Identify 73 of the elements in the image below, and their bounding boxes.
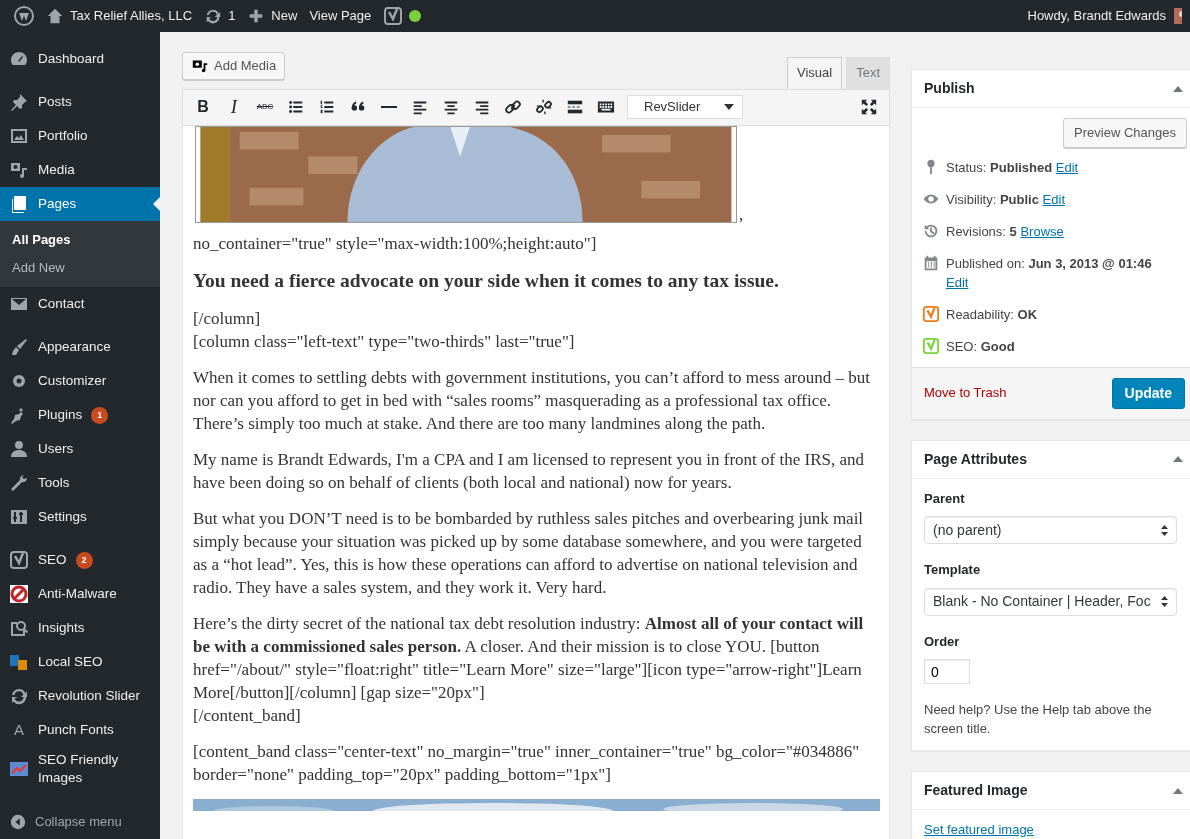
- sidebar-item[interactable]: Local SEO: [0, 645, 160, 679]
- set-featured-image-link[interactable]: Set featured image: [924, 822, 1034, 837]
- editor-tab[interactable]: Visual: [786, 57, 843, 89]
- browse-link[interactable]: Browse: [1020, 223, 1064, 239]
- count-badge: 1: [91, 406, 109, 424]
- sidebar-item[interactable]: Plugins 1: [0, 398, 160, 432]
- status-text: Published on: Jun 3, 2013 @ 01:46 Edit: [946, 254, 1153, 292]
- sidebar-item[interactable]: Appearance: [0, 330, 160, 364]
- paragraph: But what you DON’T need is to be bombarded by ruthless sales pitches and overbearing junk mail simply because your situation was picked up by some database somewhere, and you were targeted as a “hot lead”. Yes, this is how these operations can afford to advertise on national television and radio. They have a sales system, and they work it. Very hard.: [193, 507, 865, 599]
- paragraph: My name is Brandt Edwards, I'm a CPA and I am licensed to represent you in front of the IRS, and have been doing so on behalf of clients (both local and national) now for years.: [193, 448, 866, 494]
- edit-link[interactable]: Edit: [1042, 191, 1065, 207]
- panel-title: Featured Image: [924, 781, 1028, 800]
- shortcode-dropdown[interactable]: RevSlider: [627, 95, 743, 119]
- sidebar-item[interactable]: Customizer: [0, 364, 160, 398]
- submenu-item[interactable]: Add New: [0, 253, 160, 281]
- status-text: Visibility: Public Edit: [946, 190, 1065, 209]
- parent-select[interactable]: (no parent): [924, 516, 1177, 544]
- edit-link[interactable]: Edit: [1055, 159, 1079, 175]
- status-text: Revisions: 5 Browse: [946, 222, 1064, 241]
- sidebar-item[interactable]: Insights: [0, 611, 160, 645]
- order-field[interactable]: 0: [924, 659, 970, 684]
- new-link[interactable]: New: [241, 0, 304, 32]
- count-badge: 2: [75, 551, 93, 569]
- letter-icon: A: [9, 718, 29, 742]
- collapse-menu-button[interactable]: Collapse menu: [0, 809, 160, 835]
- italic-button[interactable]: I: [220, 93, 248, 121]
- move-to-trash-link[interactable]: Move to Trash: [924, 383, 1007, 403]
- strikethrough-button[interactable]: ABC: [251, 93, 279, 121]
- sidebar-item[interactable]: Anti-Malware: [0, 577, 160, 611]
- paragraph: When it comes to settling debts with government institutions, you can’t afford to mess around – but nor can you afford to get in bed with “sales rooms” masquerading as a professional tax office. There’s simply too much at stake. And there are too many landmines along the path.: [193, 366, 871, 435]
- sidebar-item[interactable]: Tools: [0, 466, 160, 500]
- sidebar-item[interactable]: Media: [0, 153, 160, 187]
- sidebar-item[interactable]: A Punch Fonts: [0, 713, 160, 747]
- field-label: Template: [924, 561, 982, 579]
- sidebar-item[interactable]: Settings: [0, 500, 160, 534]
- sidebar-item[interactable]: Posts: [0, 85, 160, 119]
- field-label: Order: [924, 632, 961, 651]
- shortcode-text: Here’s the dirty secret of the national tax debt resolution industry: Almost all of your contact will be with a commissioned sales person. A closer. And their mission is to close YOU. [button href="/about/" style="float:right" title="Learn More" size="large"][icon type="arrow-right"]Learn More[/button][/column] [gap size="20px"] [/content_band]: [193, 612, 865, 727]
- sidebar-item[interactable]: Dashboard: [0, 42, 160, 76]
- add-media-button[interactable]: Add Media: [182, 52, 286, 80]
- preview-changes-button[interactable]: Preview Changes: [1063, 118, 1187, 148]
- help-text: Need help? Use the Help tab above the screen title.: [924, 701, 1153, 738]
- status-text: Readability: OK: [946, 305, 1038, 324]
- shortcode-text: [content_band class="center-text" no_margin="true" inner_container="true" bg_color="#034886" border="none" padding_top="20px" padding_bottom="1px"]: [193, 740, 861, 786]
- panel-title: Page Attributes: [924, 449, 1027, 469]
- panel-title: Publish: [924, 79, 975, 98]
- text-link[interactable]: Brandt Edwards: [277, 449, 388, 469]
- account-link[interactable]: Howdy, Brandt Edwards: [1021, 0, 1166, 32]
- sidebar-item[interactable]: Users: [0, 432, 160, 466]
- updates-link[interactable]: 1: [198, 0, 242, 32]
- status-text: SEO: Good: [946, 337, 1015, 356]
- sidebar-item[interactable]: Pages: [0, 187, 160, 221]
- sidebar-item[interactable]: SEO Friendly Images: [0, 747, 160, 791]
- shortcode-text: [/column] [column class="left-text" type="two-thirds" last="true"]: [193, 307, 576, 353]
- sidebar-item[interactable]: Portfolio: [0, 119, 160, 153]
- update-button[interactable]: Update: [1111, 377, 1185, 409]
- site-name-link[interactable]: Tax Relief Allies, LLC: [40, 0, 199, 32]
- field-label: Parent: [924, 489, 966, 508]
- text-link[interactable]: CPA: [434, 449, 465, 469]
- edit-link[interactable]: Edit: [946, 274, 969, 290]
- submenu-item[interactable]: All Pages: [0, 226, 160, 254]
- comma-text: ,: [739, 206, 744, 223]
- shortcode-text: no_container="true" style="max-width:100%;height:auto"]: [193, 232, 598, 255]
- status-text: Status: Published Edit: [946, 158, 1079, 177]
- template-select[interactable]: Blank - No Container | Header, Foc: [924, 587, 1177, 616]
- sidebar-item[interactable]: SEO 2: [0, 543, 160, 577]
- sidebar-item[interactable]: Revolution Slider: [0, 679, 160, 713]
- editor-tab[interactable]: Text: [846, 57, 890, 89]
- view-page-link[interactable]: View Page: [303, 0, 378, 32]
- bold-button[interactable]: B: [189, 93, 217, 121]
- text-link[interactable]: IRS: [804, 449, 831, 469]
- heading: You need a fierce advocate on your side when it comes to any tax issue.: [193, 268, 780, 293]
- sidebar-item[interactable]: Contact: [0, 287, 160, 321]
